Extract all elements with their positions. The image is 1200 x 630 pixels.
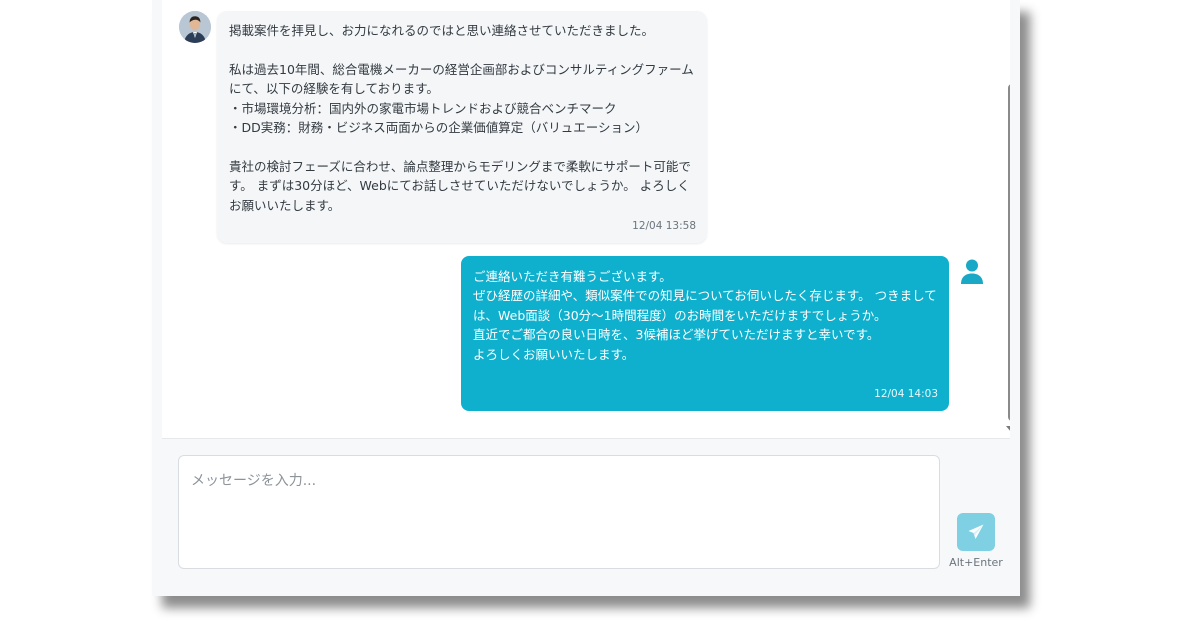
send-button[interactable]	[957, 513, 995, 551]
chat-window: 掲載案件を拝見し、お力になれるのではと思い連絡させていただきました。 私は過去1…	[152, 0, 1020, 596]
incoming-message: 掲載案件を拝見し、お力になれるのではと思い連絡させていただきました。 私は過去1…	[217, 11, 707, 243]
scroll-down-arrow-icon[interactable]	[1006, 426, 1010, 432]
message-timestamp: 12/04 14:03	[874, 388, 938, 400]
outgoing-message: ご連絡いただき有難うございます。 ぜひ経歴の詳細や、類似案件での知見についてお伺…	[461, 256, 949, 411]
sender-avatar[interactable]	[179, 11, 211, 43]
message-input[interactable]	[178, 455, 940, 569]
message-text: 掲載案件を拝見し、お力になれるのではと思い連絡させていただきました。 私は過去1…	[229, 23, 694, 213]
message-list[interactable]: 掲載案件を拝見し、お力になれるのではと思い連絡させていただきました。 私は過去1…	[162, 0, 1010, 439]
message-scrollbar[interactable]	[1004, 0, 1010, 438]
message-timestamp: 12/04 13:58	[632, 220, 696, 232]
user-avatar	[959, 258, 985, 286]
message-text: ご連絡いただき有難うございます。 ぜひ経歴の詳細や、類似案件での知見についてお伺…	[473, 269, 937, 362]
paper-plane-icon	[968, 524, 984, 539]
avatar-photo-icon	[179, 11, 211, 43]
user-icon	[961, 259, 983, 284]
scrollbar-thumb[interactable]	[1008, 84, 1010, 421]
send-shortcut-hint: Alt+Enter	[949, 556, 1003, 569]
